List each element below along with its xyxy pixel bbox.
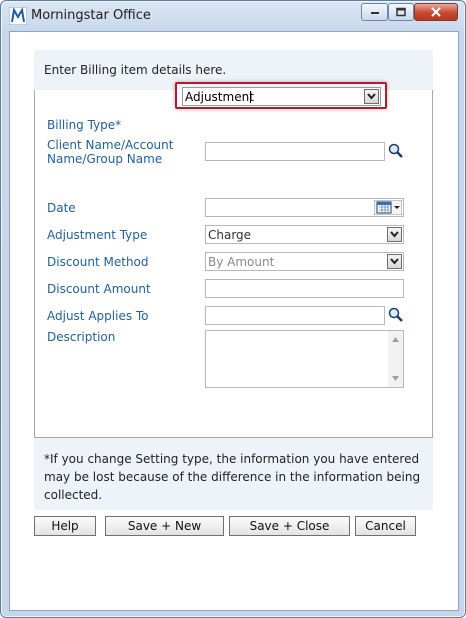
warning-note: *If you change Setting type, the informa… [34,438,433,510]
discount-method-label: Discount Method [47,255,149,269]
chevron-down-icon [367,93,376,100]
save-new-button[interactable]: Save + New [105,516,224,536]
adjustment-type-value: Charge [208,228,252,242]
discount-method-dropdown-button[interactable] [387,254,402,269]
close-icon [431,7,441,17]
chevron-down-icon [390,231,399,238]
adjustment-type-label: Adjustment Type [47,228,148,242]
discount-amount-label: Discount Amount [47,282,151,296]
billing-type-highlight: Adjustment [175,82,387,109]
adjust-applies-to-label: Adjust Applies To [47,309,149,323]
save-close-button[interactable]: Save + Close [229,516,350,536]
discount-method-value: By Amount [208,255,275,269]
close-button[interactable] [414,3,458,21]
description-label: Description [47,330,116,344]
scroll-down-icon[interactable] [392,376,399,381]
warning-note-text: *If you change Setting type, the informa… [44,452,421,502]
morningstar-logo-icon [9,7,27,25]
date-label: Date [47,201,76,215]
adjust-applies-to-input[interactable] [205,306,385,325]
search-icon[interactable] [387,142,405,160]
minimize-button[interactable] [361,3,388,21]
adjustment-type-dropdown-button[interactable] [387,227,402,242]
billing-type-label: Billing Type* [47,118,122,132]
maximize-icon [396,7,406,17]
dialog-body: Enter Billing item details here. Billing… [9,31,459,611]
calendar-icon[interactable] [374,200,402,215]
description-scrollbar[interactable] [388,331,403,387]
chevron-down-icon [390,258,399,265]
discount-amount-input[interactable] [205,279,404,298]
adjustment-type-select[interactable]: Charge [205,225,404,244]
text-cursor [250,91,251,103]
help-button[interactable]: Help [34,516,96,536]
billing-form: Billing Type* Client Name/Account Name/G… [34,82,433,438]
header-text: Enter Billing item details here. [44,63,227,77]
scroll-up-icon[interactable] [392,337,399,342]
title-bar[interactable]: Morningstar Office [1,1,465,31]
search-icon[interactable] [387,306,405,324]
date-input[interactable] [205,198,404,217]
billing-type-value: Adjustment [185,90,254,104]
client-name-label: Client Name/Account Name/Group Name [47,138,174,166]
discount-method-select[interactable]: By Amount [205,252,404,271]
billing-type-dropdown-button[interactable] [364,89,379,104]
description-textarea[interactable] [205,330,404,388]
maximize-button[interactable] [388,3,414,21]
app-window: Morningstar Office Enter Billing item de… [0,0,466,618]
client-name-input[interactable] [205,142,385,161]
billing-type-select[interactable]: Adjustment [182,87,381,106]
window-title: Morningstar Office [31,8,151,23]
minimize-icon [370,12,379,14]
cancel-button[interactable]: Cancel [355,516,416,536]
